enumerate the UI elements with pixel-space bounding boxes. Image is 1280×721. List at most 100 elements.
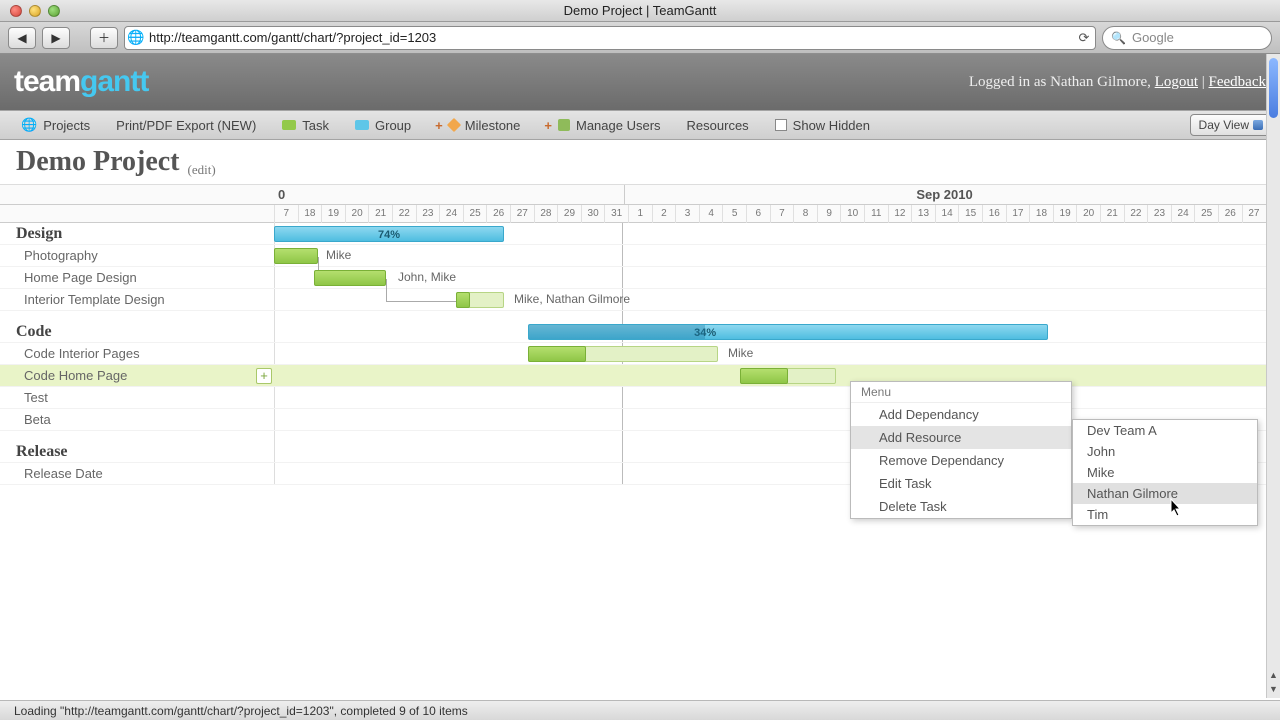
task-code-home-page[interactable]: Code Home Page + — [0, 365, 1280, 387]
group-code[interactable]: Code 34% — [0, 321, 1280, 343]
edit-project-link[interactable]: (edit) — [188, 162, 216, 178]
task-bar[interactable] — [314, 270, 386, 286]
task-label: Beta — [24, 409, 51, 431]
resource-option[interactable]: Dev Team A — [1073, 420, 1257, 441]
view-select[interactable]: Day View — [1190, 114, 1270, 136]
group-pct: 74% — [378, 227, 400, 243]
menu-delete-task[interactable]: Delete Task — [851, 495, 1071, 518]
window-titlebar: Demo Project | TeamGantt — [0, 0, 1280, 22]
scroll-down-icon[interactable]: ▼ — [1267, 684, 1280, 698]
day-cell: 3 — [675, 205, 699, 223]
menu-add-resource[interactable]: Add Resource — [851, 426, 1071, 449]
logo[interactable]: teamgantt — [14, 65, 148, 99]
day-cell: 5 — [722, 205, 746, 223]
manage-users-label: Manage Users — [576, 118, 661, 133]
projects-label: Projects — [43, 118, 90, 133]
day-cell: 4 — [699, 205, 723, 223]
day-cell: 9 — [817, 205, 841, 223]
task-bar[interactable] — [274, 248, 318, 264]
day-cell: 29 — [557, 205, 581, 223]
status-bar: Loading "http://teamgantt.com/gantt/char… — [0, 700, 1280, 720]
print-button[interactable]: Print/PDF Export (NEW) — [105, 114, 267, 136]
add-group-button[interactable]: Group — [344, 114, 422, 136]
add-icon[interactable]: + — [256, 368, 272, 384]
day-cell: 1 — [628, 205, 652, 223]
reload-icon[interactable]: ⟳ — [1073, 30, 1095, 46]
search-field[interactable]: 🔍 Google — [1102, 26, 1272, 50]
group-label: Design — [16, 223, 62, 245]
search-placeholder: Google — [1132, 30, 1174, 45]
task-interior-template[interactable]: Interior Template Design Mike, Nathan Gi… — [0, 289, 1280, 311]
day-cell: 22 — [1124, 205, 1148, 223]
day-cell: 12 — [888, 205, 912, 223]
back-button[interactable]: ◀ — [8, 27, 36, 49]
address-bar[interactable]: 🌐 http://teamgantt.com/gantt/chart/?proj… — [124, 26, 1096, 50]
resource-option[interactable]: Nathan Gilmore — [1073, 483, 1257, 504]
show-hidden-label: Show Hidden — [793, 118, 870, 133]
day-cell: 25 — [1194, 205, 1218, 223]
day-cell: 6 — [746, 205, 770, 223]
logo-part1: team — [14, 65, 80, 98]
user-name: Nathan Gilmore — [1050, 74, 1147, 90]
task-label: Code Home Page — [24, 365, 127, 387]
task-label: Task — [302, 118, 329, 133]
status-text: Loading "http://teamgantt.com/gantt/char… — [14, 704, 468, 718]
month-sep: Sep 2010 — [624, 185, 1264, 205]
day-cell: 8 — [793, 205, 817, 223]
menu-edit-task[interactable]: Edit Task — [851, 472, 1071, 495]
group-design[interactable]: Design 74% — [0, 223, 1280, 245]
site-icon: 🌐 — [125, 27, 147, 49]
day-cell: 13 — [911, 205, 935, 223]
user-line: Logged in as Nathan Gilmore, Logout | Fe… — [969, 74, 1266, 91]
milestone-icon — [447, 118, 461, 132]
task-label: Interior Template Design — [24, 289, 165, 311]
resource-option[interactable]: John — [1073, 441, 1257, 462]
gantt-chart: 0 Sep 2010 71819202122232425262728293031… — [0, 184, 1280, 485]
scrollbar-thumb[interactable] — [1269, 58, 1278, 118]
add-task-button[interactable]: Task — [271, 114, 340, 136]
action-toolbar: 🌐 Projects Print/PDF Export (NEW) Task G… — [0, 110, 1280, 140]
menu-remove-dependency[interactable]: Remove Dependancy — [851, 449, 1071, 472]
task-photography[interactable]: Photography Mike — [0, 245, 1280, 267]
add-bookmark-button[interactable]: ＋ — [90, 27, 118, 49]
task-icon — [282, 120, 296, 130]
group-bar-design[interactable]: 74% — [274, 226, 504, 242]
day-cell: 7 — [770, 205, 794, 223]
logout-link[interactable]: Logout — [1155, 74, 1198, 90]
task-test[interactable]: Test — [0, 387, 1280, 409]
resource-option[interactable]: Mike — [1073, 462, 1257, 483]
day-cell: 23 — [416, 205, 440, 223]
feedback-link[interactable]: Feedback — [1209, 74, 1266, 90]
task-homepage-design[interactable]: Home Page Design John, Mike — [0, 267, 1280, 289]
day-cell: 26 — [486, 205, 510, 223]
task-resources: Mike, Nathan Gilmore — [514, 292, 630, 306]
task-bar-progress — [456, 292, 470, 308]
task-label: Home Page Design — [24, 267, 137, 289]
show-hidden-toggle[interactable]: Show Hidden — [764, 114, 881, 136]
add-milestone-button[interactable]: + Milestone — [426, 114, 531, 136]
resources-button[interactable]: Resources — [676, 114, 760, 136]
menu-add-dependency[interactable]: Add Dependancy — [851, 403, 1071, 426]
group-bar-code[interactable]: 34% — [528, 324, 1048, 340]
projects-button[interactable]: 🌐 Projects — [10, 114, 101, 136]
scroll-up-icon[interactable]: ▲ — [1267, 670, 1280, 684]
search-icon: 🔍 — [1111, 31, 1126, 45]
context-menu: Menu Add Dependancy Add Resource Remove … — [850, 381, 1072, 519]
sep: | — [1198, 74, 1209, 90]
resource-submenu: Dev Team A John Mike Nathan Gilmore Tim — [1072, 419, 1258, 526]
task-label: Release Date — [24, 463, 103, 485]
manage-users-button[interactable]: + Manage Users — [535, 114, 671, 136]
forward-button[interactable]: ▶ — [42, 27, 70, 49]
day-cell: 14 — [935, 205, 959, 223]
gantt-day-header: 7181920212223242526272829303112345678910… — [0, 205, 1280, 223]
resource-option[interactable]: Tim — [1073, 504, 1257, 525]
day-cell: 18 — [1029, 205, 1053, 223]
logo-part2: gantt — [80, 65, 148, 98]
day-cell: 23 — [1147, 205, 1171, 223]
day-cell: 19 — [1053, 205, 1077, 223]
vertical-scrollbar[interactable]: ▲ ▼ — [1266, 54, 1280, 698]
group-label: Release — [16, 441, 68, 463]
project-title: Demo Project — [16, 146, 180, 178]
task-code-interior[interactable]: Code Interior Pages Mike — [0, 343, 1280, 365]
month-partial: 0 — [274, 185, 624, 205]
